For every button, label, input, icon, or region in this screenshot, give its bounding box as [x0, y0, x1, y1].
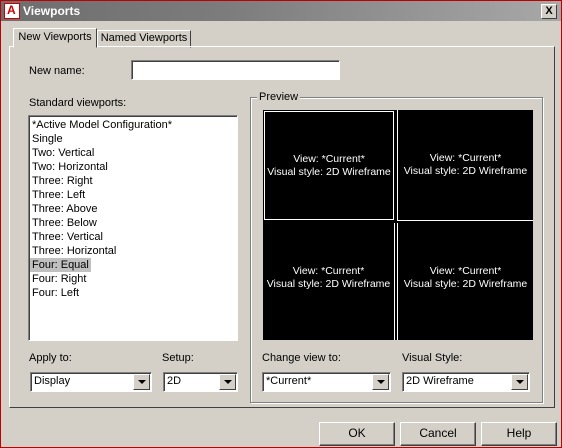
preview-label: Preview — [257, 91, 301, 103]
chevron-down-icon[interactable] — [511, 374, 528, 390]
cancel-button[interactable]: Cancel — [400, 422, 476, 446]
change-view-to-dropdown[interactable]: *Current* — [262, 372, 391, 392]
apply-to-label: Apply to: — [29, 352, 72, 364]
viewport-bottom-right[interactable]: View: *Current* Visual style: 2D Wirefra… — [397, 223, 533, 340]
list-item-selected[interactable]: Four: Equal — [30, 258, 91, 272]
chevron-down-icon[interactable] — [219, 374, 236, 390]
new-name-input[interactable] — [131, 60, 340, 80]
chevron-down-icon[interactable] — [372, 374, 389, 390]
standard-viewports-list[interactable]: *Active Model Configuration* Single Two:… — [28, 115, 238, 341]
viewports-dialog: A Viewports X New Viewports Named Viewpo… — [0, 0, 562, 448]
list-item[interactable]: Four: Right — [32, 272, 86, 286]
list-item[interactable]: Three: Right — [32, 174, 93, 188]
visual-style-dropdown[interactable]: 2D Wireframe — [402, 372, 530, 392]
ok-button[interactable]: OK — [319, 422, 395, 446]
list-item[interactable]: *Active Model Configuration* — [32, 118, 172, 132]
list-item[interactable]: Three: Below — [32, 216, 97, 230]
list-item[interactable]: Two: Vertical — [32, 146, 94, 160]
viewport-bottom-left[interactable]: View: *Current* Visual style: 2D Wirefra… — [263, 223, 395, 340]
list-item[interactable]: Three: Above — [32, 202, 97, 216]
viewport-top-left[interactable]: View: *Current* Visual style: 2D Wirefra… — [264, 111, 394, 220]
title-bar[interactable]: A Viewports X — [1, 1, 561, 21]
window-title: Viewports — [23, 4, 81, 18]
tab-new-viewports[interactable]: New Viewports — [13, 28, 97, 48]
standard-viewports-label: Standard viewports: — [29, 97, 127, 109]
list-item[interactable]: Single — [32, 132, 63, 146]
help-button[interactable]: Help — [481, 422, 557, 446]
close-button[interactable]: X — [541, 4, 557, 19]
list-item[interactable]: Three: Vertical — [32, 230, 103, 244]
chevron-down-icon[interactable] — [133, 374, 150, 390]
setup-label: Setup: — [162, 352, 194, 364]
visual-style-label: Visual Style: — [402, 352, 463, 364]
list-item[interactable]: Four: Left — [32, 286, 79, 300]
list-item[interactable]: Two: Horizontal — [32, 160, 108, 174]
preview-canvas: View: *Current* Visual style: 2D Wirefra… — [263, 110, 533, 340]
apply-to-dropdown[interactable]: Display — [30, 372, 152, 392]
change-view-to-label: Change view to: — [262, 352, 341, 364]
list-item[interactable]: Three: Left — [32, 188, 85, 202]
viewport-top-right[interactable]: View: *Current* Visual style: 2D Wirefra… — [397, 110, 533, 221]
list-item[interactable]: Three: Horizontal — [32, 244, 116, 258]
new-name-label: New name: — [29, 65, 85, 77]
setup-dropdown[interactable]: 2D — [163, 372, 238, 392]
autocad-logo-icon: A — [4, 3, 20, 19]
